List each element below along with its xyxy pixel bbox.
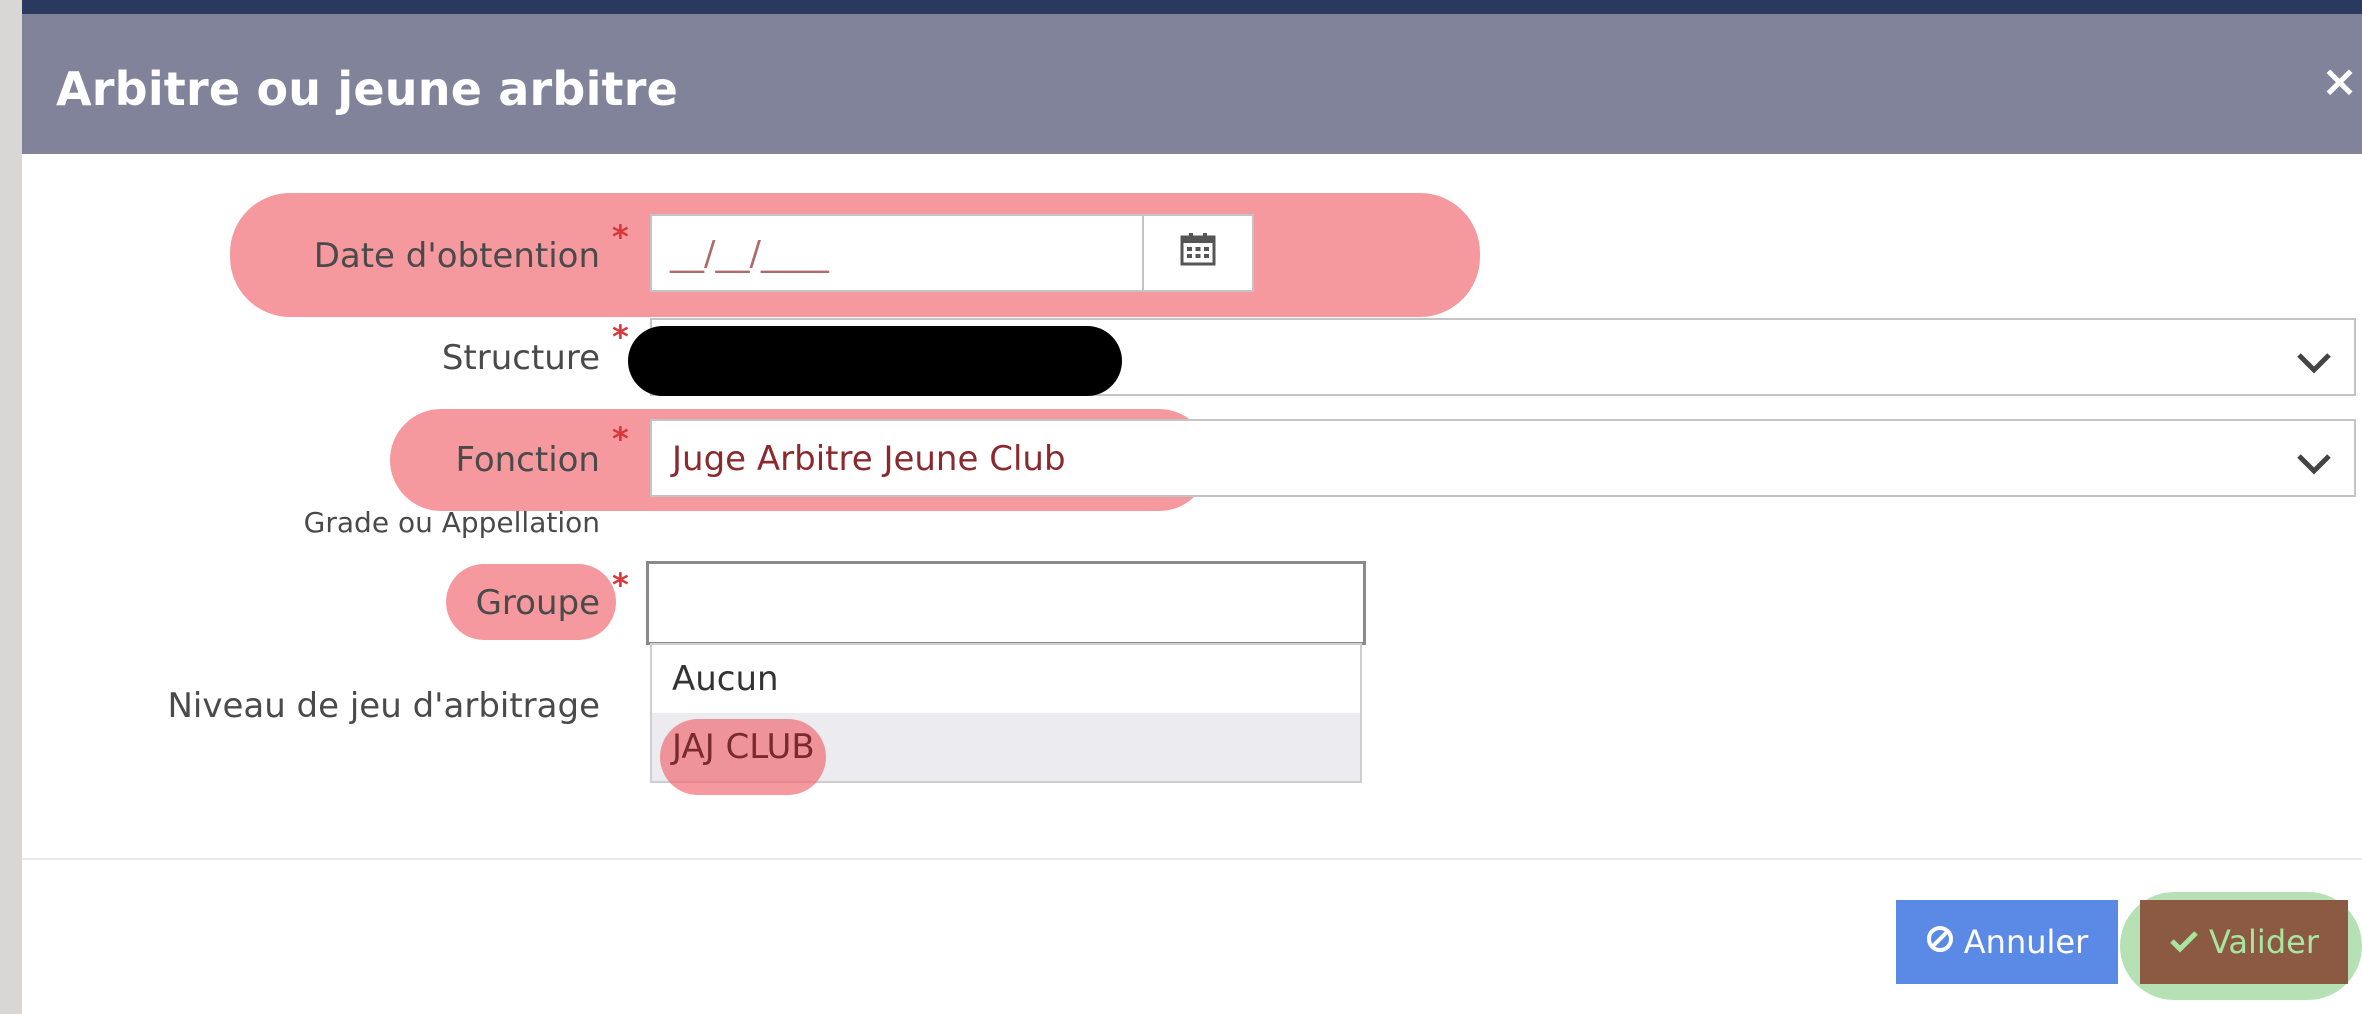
groupe-required-marker: * bbox=[612, 566, 629, 604]
grade-label: Grade ou Appellation bbox=[303, 506, 600, 539]
dialog-top-border bbox=[22, 0, 2362, 14]
redacted-structure-value bbox=[628, 326, 1122, 396]
submit-button[interactable]: Valider bbox=[2140, 900, 2348, 984]
structure-required-marker: * bbox=[612, 318, 629, 356]
fonction-select[interactable]: Juge Arbitre Jeune Club bbox=[650, 419, 2356, 497]
submit-button-label: Valider bbox=[2209, 923, 2319, 961]
date-picker-button[interactable] bbox=[1142, 216, 1252, 290]
dropdown-option-aucun[interactable]: Aucun bbox=[652, 645, 1360, 713]
close-button[interactable]: × bbox=[2321, 56, 2358, 107]
cancel-button-label: Annuler bbox=[1963, 923, 2089, 961]
ban-icon bbox=[1926, 923, 1954, 961]
dialog-header: Arbitre ou jeune arbitre × bbox=[22, 14, 2362, 154]
check-icon bbox=[2169, 923, 2199, 961]
chevron-down-icon bbox=[2296, 445, 2332, 485]
structure-label: Structure bbox=[441, 338, 600, 378]
niveau-label: Niveau de jeu d'arbitrage bbox=[167, 686, 600, 726]
chevron-down-icon bbox=[2296, 344, 2332, 384]
date-field[interactable]: __/__/____ bbox=[650, 214, 1254, 292]
groupe-select[interactable] bbox=[646, 561, 1366, 645]
fonction-label: Fonction bbox=[455, 440, 600, 480]
groupe-label: Groupe bbox=[475, 583, 600, 623]
cancel-button[interactable]: Annuler bbox=[1896, 900, 2118, 984]
fonction-select-value: Juge Arbitre Jeune Club bbox=[672, 439, 1066, 479]
groupe-dropdown-list: Aucun JAJ CLUB bbox=[650, 643, 1362, 795]
date-required-marker: * bbox=[612, 218, 629, 256]
dialog-title: Arbitre ou jeune arbitre bbox=[56, 62, 679, 116]
dropdown-option-label: JAJ CLUB bbox=[672, 727, 815, 767]
fonction-required-marker: * bbox=[612, 420, 629, 458]
footer-divider bbox=[22, 858, 2362, 860]
dropdown-option-jaj-club[interactable]: JAJ CLUB bbox=[652, 713, 1360, 795]
date-label: Date d'obtention bbox=[313, 236, 600, 276]
dropdown-option-label: Aucun bbox=[672, 659, 779, 699]
date-field-value: __/__/____ bbox=[670, 234, 829, 274]
calendar-icon bbox=[1180, 232, 1216, 275]
